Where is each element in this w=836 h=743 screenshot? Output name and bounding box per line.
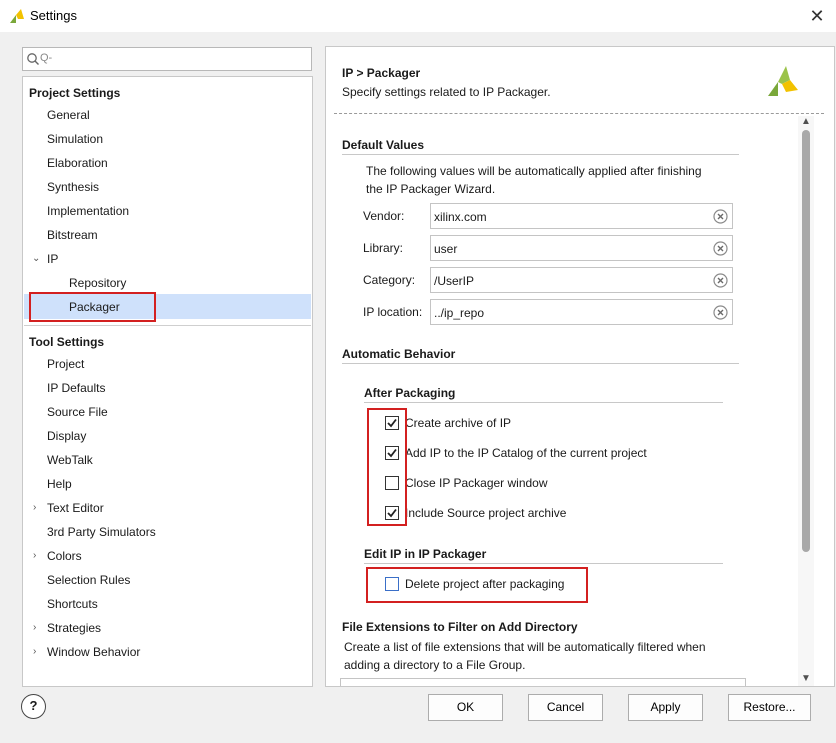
scroll-down-icon[interactable]: ▼ [798, 673, 814, 684]
file-ext-desc-2: adding a directory to a File Group. [344, 658, 526, 672]
chevron-right-icon[interactable]: › [33, 550, 36, 561]
checkbox-label-create-archive[interactable]: Create archive of IP [405, 416, 511, 430]
tree-item-bitstream[interactable]: Bitstream [47, 228, 98, 242]
tree-divider [24, 325, 311, 326]
page-title: IP > Packager [342, 66, 421, 80]
tree-item-strategies[interactable]: Strategies [47, 621, 101, 635]
tree-item-ip[interactable]: IP [47, 252, 58, 266]
window-title: Settings [30, 8, 77, 23]
tree-item-display[interactable]: Display [47, 429, 86, 443]
tree-item-colors[interactable]: Colors [47, 549, 82, 563]
header-divider [334, 113, 824, 114]
default-values-desc-2: the IP Packager Wizard. [366, 182, 496, 196]
page-subtitle: Specify settings related to IP Packager. [342, 85, 551, 99]
apply-button[interactable]: Apply [628, 694, 703, 721]
xilinx-logo-icon [768, 66, 798, 96]
ok-button[interactable]: OK [428, 694, 503, 721]
chevron-right-icon[interactable]: › [33, 502, 36, 513]
scroll-up-icon[interactable]: ▲ [798, 116, 814, 127]
tree-item-source-file[interactable]: Source File [47, 405, 108, 419]
section-divider [342, 154, 739, 155]
title-bar[interactable] [0, 0, 836, 32]
restore-button[interactable]: Restore... [728, 694, 811, 721]
tree-item-general[interactable]: General [47, 108, 90, 122]
clear-icon[interactable] [713, 273, 728, 288]
section-title-file-extensions: File Extensions to Filter on Add Directo… [342, 620, 578, 634]
tree-item-repository[interactable]: Repository [69, 276, 126, 290]
highlight-box-delete-project [366, 567, 588, 603]
tree-item-ip-defaults[interactable]: IP Defaults [47, 381, 105, 395]
section-divider [364, 402, 723, 403]
tree-header-project-settings: Project Settings [29, 86, 121, 100]
clear-icon[interactable] [713, 305, 728, 320]
scrollbar-thumb[interactable] [802, 130, 810, 552]
chevron-right-icon[interactable]: › [33, 646, 36, 657]
checkbox-label-add-to-catalog[interactable]: Add IP to the IP Catalog of the current … [405, 446, 647, 460]
category-value: /UserIP [434, 274, 475, 288]
clear-icon[interactable] [713, 241, 728, 256]
section-title-edit-ip: Edit IP in IP Packager [364, 547, 487, 561]
help-button[interactable]: ? [21, 694, 46, 719]
library-field[interactable]: user [430, 235, 733, 261]
tree-item-project[interactable]: Project [47, 357, 84, 371]
vendor-label: Vendor: [363, 209, 405, 223]
ip-location-value: ../ip_repo [434, 306, 485, 320]
vendor-field[interactable]: xilinx.com [430, 203, 733, 229]
file-ext-desc-1: Create a list of file extensions that wi… [344, 640, 706, 654]
checkbox-label-close-packager-window[interactable]: Close IP Packager window [405, 476, 548, 490]
highlight-box-after-packaging [367, 408, 407, 526]
category-label: Category: [363, 273, 416, 287]
highlight-box-packager [29, 292, 156, 322]
chevron-right-icon[interactable]: › [33, 622, 36, 633]
search-input[interactable] [22, 47, 312, 71]
tree-item-simulation[interactable]: Simulation [47, 132, 103, 146]
ip-location-field[interactable]: ../ip_repo [430, 299, 733, 325]
library-label: Library: [363, 241, 404, 255]
cancel-button[interactable]: Cancel [528, 694, 603, 721]
checkbox-label-include-source-archive[interactable]: Include Source project archive [405, 506, 566, 520]
clear-icon[interactable] [713, 209, 728, 224]
chevron-down-icon[interactable]: ⌄ [32, 253, 40, 264]
section-title-automatic-behavior: Automatic Behavior [342, 347, 456, 361]
tree-header-tool-settings: Tool Settings [29, 335, 105, 349]
tree-item-elaboration[interactable]: Elaboration [47, 156, 108, 170]
section-divider [342, 363, 739, 364]
tree-item-webtalk[interactable]: WebTalk [47, 453, 93, 467]
tree-item-help[interactable]: Help [47, 477, 72, 491]
tree-item-selection-rules[interactable]: Selection Rules [47, 573, 130, 587]
section-title-default-values: Default Values [342, 138, 425, 152]
close-icon[interactable]: ✕ [805, 4, 829, 28]
file-extensions-list[interactable] [340, 678, 746, 686]
search-icon [27, 53, 39, 65]
ip-location-label: IP location: [363, 305, 423, 319]
vendor-value: xilinx.com [434, 210, 487, 224]
section-title-after-packaging: After Packaging [364, 386, 456, 400]
search-placeholder: Q- [40, 52, 53, 64]
tree-item-shortcuts[interactable]: Shortcuts [47, 597, 98, 611]
library-value: user [434, 242, 458, 256]
tree-item-3rd-party-simulators[interactable]: 3rd Party Simulators [47, 525, 156, 539]
tree-item-window-behavior[interactable]: Window Behavior [47, 645, 140, 659]
section-divider [364, 563, 723, 564]
vivado-app-icon [10, 9, 24, 23]
tree-item-implementation[interactable]: Implementation [47, 204, 129, 218]
default-values-desc-1: The following values will be automatical… [366, 164, 702, 178]
tree-item-synthesis[interactable]: Synthesis [47, 180, 99, 194]
category-field[interactable]: /UserIP [430, 267, 733, 293]
tree-item-text-editor[interactable]: Text Editor [47, 501, 104, 515]
